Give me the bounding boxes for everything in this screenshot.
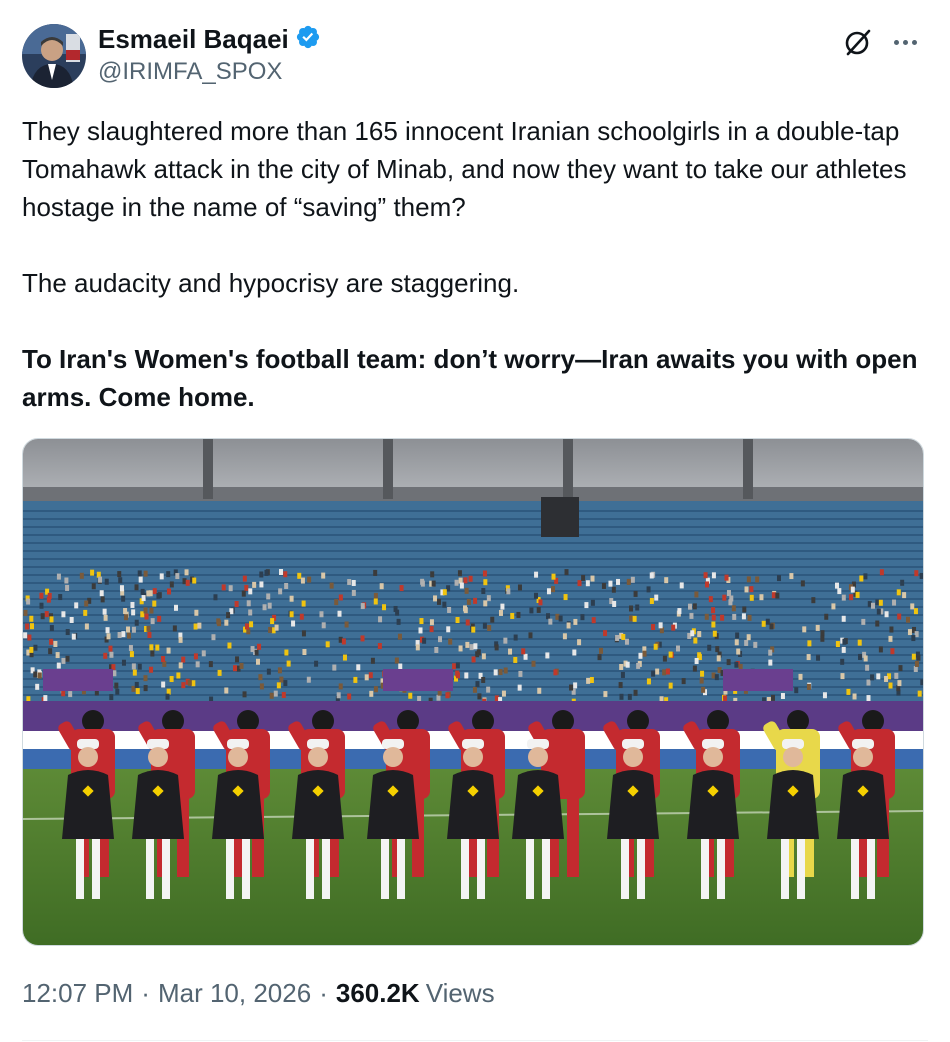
author-handle[interactable]: @IRIMFA_SPOX [98,58,282,86]
meta-separator: · [141,978,150,1008]
divider [22,1040,928,1041]
grok-icon[interactable] [842,26,874,58]
tweet-time[interactable]: 12:07 PM [22,978,133,1009]
avatar[interactable] [22,24,86,88]
tweet-paragraph-2: The audacity and hypocrisy are staggerin… [22,268,520,298]
tweet-photo[interactable] [22,438,924,946]
views-label: Views [425,978,495,1008]
views-count: 360.2K [335,978,420,1008]
verified-badge-icon [295,24,321,55]
more-icon[interactable] [890,30,920,54]
tweet-date[interactable]: Mar 10, 2026 [158,978,311,1009]
tweet-paragraph-1: They slaughtered more than 165 innocent … [22,116,907,222]
team-lineup-photo [23,439,923,945]
tweet-meta: 12:07 PM · Mar 10, 2026 · 360.2K Views [22,978,495,1009]
author-name[interactable]: Esmaeil Baqaei [98,24,289,55]
tweet-paragraph-3: To Iran's Women's football team: don’t w… [22,344,918,412]
meta-separator: · [319,978,328,1008]
